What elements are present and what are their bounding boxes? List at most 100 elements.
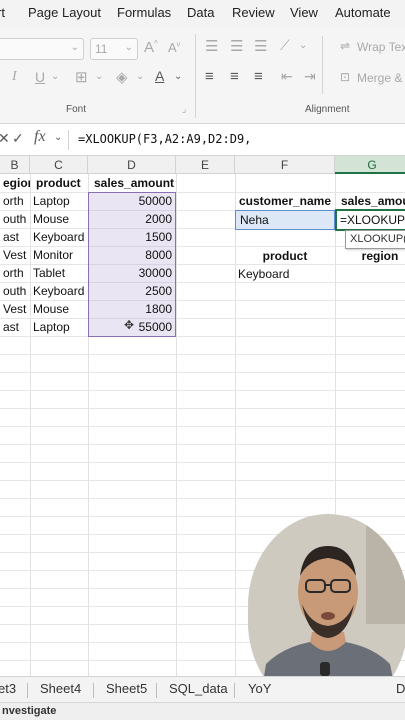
dialog-launcher-icon[interactable]: ⌟ xyxy=(182,104,186,115)
insert-function-button[interactable]: fx xyxy=(34,128,46,146)
column-header-g[interactable]: G xyxy=(335,156,405,174)
font-size-dropdown[interactable]: 11 ⌄ xyxy=(90,38,138,60)
align-bottom-icon[interactable]: ☰ xyxy=(254,37,267,55)
header-cell-customer-name[interactable]: customer_name xyxy=(235,192,335,210)
align-right-icon[interactable]: ≡ xyxy=(254,68,263,85)
align-middle-icon[interactable]: ☰ xyxy=(230,37,243,55)
cell-amount[interactable]: 2500 xyxy=(88,282,176,300)
formula-separator xyxy=(68,130,69,150)
align-center-icon[interactable]: ≡ xyxy=(230,68,239,85)
cell-region[interactable]: orth xyxy=(0,192,30,210)
increase-font-icon[interactable]: A^ xyxy=(144,39,158,56)
merge-icon[interactable]: ⊡ xyxy=(340,70,350,84)
menu-view[interactable]: View xyxy=(290,5,318,20)
menu-formulas[interactable]: Formulas xyxy=(117,5,171,20)
cell-amount[interactable]: 2000 xyxy=(88,210,176,228)
cell-product[interactable]: Laptop xyxy=(30,318,88,336)
chevron-down-icon[interactable]: ⌄ xyxy=(54,132,62,143)
cell-amount[interactable]: 30000 xyxy=(88,264,176,282)
cell-amount[interactable]: 1800 xyxy=(88,300,176,318)
fill-color-icon[interactable]: ◈ xyxy=(116,68,128,86)
header-cell-sales-amount-lookup[interactable]: sales_amou xyxy=(338,192,405,210)
font-color-icon[interactable]: A xyxy=(155,68,164,84)
header-cell-region[interactable]: egion xyxy=(0,174,30,192)
decrease-font-icon[interactable]: Av xyxy=(168,40,180,55)
chevron-down-icon[interactable]: ⌄ xyxy=(51,71,59,82)
chevron-down-icon[interactable]: ⌄ xyxy=(95,71,103,82)
cell-amount[interactable]: 1500 xyxy=(88,228,176,246)
header-cell-product-lookup[interactable]: product xyxy=(235,247,335,265)
cell-product[interactable]: Mouse xyxy=(30,210,88,228)
menu-review[interactable]: Review xyxy=(232,5,275,20)
cell-region[interactable]: outh xyxy=(0,210,30,228)
sheet-tab-sheet4[interactable]: Sheet4 xyxy=(40,681,81,696)
merge-label[interactable]: Merge & xyxy=(357,71,402,85)
alignment-group-label: Alignment xyxy=(305,104,350,115)
align-left-icon[interactable]: ≡ xyxy=(205,68,214,85)
column-header-c[interactable]: C xyxy=(30,156,88,174)
menu-bar: rt Page Layout Formulas Data Review View… xyxy=(0,0,405,28)
formula-input[interactable]: =XLOOKUP(F3,A2:A9,D2:D9, xyxy=(78,132,251,146)
cell-region[interactable]: Vest xyxy=(0,246,30,264)
header-cell-product[interactable]: product xyxy=(33,174,88,192)
sheet-tabs: et3 Sheet4 Sheet5 SQL_data YoY D xyxy=(0,676,405,702)
underline-icon[interactable]: U xyxy=(35,69,45,85)
column-header-f[interactable]: F xyxy=(235,156,335,174)
borders-icon[interactable]: ⊞ xyxy=(75,68,88,86)
header-cell-region-lookup[interactable]: region xyxy=(335,247,405,265)
font-group-label: Font xyxy=(66,104,87,115)
cell-amount[interactable]: 50000 xyxy=(88,192,176,210)
tab-separator xyxy=(27,683,28,698)
column-header-e[interactable]: E xyxy=(176,156,235,174)
orientation-icon[interactable]: ⟋ xyxy=(280,37,290,54)
cell-product[interactable]: Laptop xyxy=(30,192,88,210)
column-header-d[interactable]: D xyxy=(88,156,176,174)
sheet-tab-sheet3[interactable]: et3 xyxy=(0,681,16,696)
cancel-icon[interactable]: ✕ xyxy=(0,130,10,147)
chevron-down-icon[interactable]: ⌄ xyxy=(299,40,307,51)
menu-insert-partial[interactable]: rt xyxy=(0,5,5,20)
formula-bar: ✕ ✓ fx ⌄ =XLOOKUP(F3,A2:A9,D2:D9, xyxy=(0,124,405,156)
increase-indent-icon[interactable]: ⇥ xyxy=(304,68,316,85)
menu-data[interactable]: Data xyxy=(187,5,214,20)
sheet-tab-partial[interactable]: D xyxy=(396,681,405,696)
cell-region[interactable]: Vest xyxy=(0,300,30,318)
menu-page-layout[interactable]: Page Layout xyxy=(28,5,101,20)
cell-product[interactable]: Tablet xyxy=(30,264,88,282)
decrease-indent-icon[interactable]: ⇤ xyxy=(281,68,293,85)
italic-icon[interactable]: I xyxy=(12,69,17,85)
status-bar: nvestigate xyxy=(0,702,405,720)
sheet-tab-yoy[interactable]: YoY xyxy=(248,681,271,696)
gridline xyxy=(0,498,405,499)
cell-product[interactable]: Keyboard xyxy=(30,228,88,246)
column-header-b[interactable]: B xyxy=(0,156,30,174)
wrap-text-icon[interactable]: ⇌ xyxy=(340,39,350,53)
ribbon-separator xyxy=(195,34,196,118)
sheet-tab-sql-data[interactable]: SQL_data xyxy=(169,681,228,696)
align-top-icon[interactable]: ☰ xyxy=(205,37,218,55)
cell-region[interactable]: orth xyxy=(0,264,30,282)
column-headers: B C D E F G xyxy=(0,156,405,174)
enter-check-icon[interactable]: ✓ xyxy=(12,130,24,147)
tab-separator xyxy=(93,683,94,698)
cell-region[interactable]: ast xyxy=(0,318,30,336)
cell-product[interactable]: Monitor xyxy=(30,246,88,264)
cell-region[interactable]: outh xyxy=(0,282,30,300)
cell-formula-editing[interactable]: =XLOOKUP( xyxy=(337,211,405,229)
cell-region[interactable]: ast xyxy=(0,228,30,246)
sheet-tab-sheet5[interactable]: Sheet5 xyxy=(106,681,147,696)
cell-product[interactable]: Mouse xyxy=(30,300,88,318)
cell-product-value[interactable]: Keyboard xyxy=(235,265,335,283)
header-cell-sales-amount[interactable]: sales_amount xyxy=(91,174,176,192)
cell-amount[interactable]: 8000 xyxy=(88,246,176,264)
cell-customer-value[interactable]: Neha xyxy=(237,211,333,229)
chevron-down-icon[interactable]: ⌄ xyxy=(174,71,182,82)
gridline xyxy=(0,372,405,373)
cell-product[interactable]: Keyboard xyxy=(30,282,88,300)
chevron-down-icon[interactable]: ⌄ xyxy=(136,71,144,82)
wrap-text-label[interactable]: Wrap Text xyxy=(357,40,405,54)
menu-automate[interactable]: Automate xyxy=(335,5,391,20)
font-name-dropdown[interactable]: ⌄ xyxy=(0,38,84,60)
ribbon-separator xyxy=(322,36,323,94)
gridline xyxy=(0,444,405,445)
